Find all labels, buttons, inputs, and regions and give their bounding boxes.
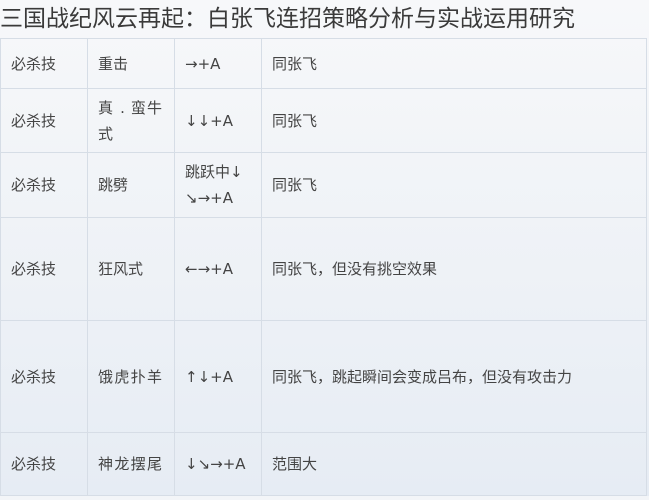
skill-type-cell: 必杀技 xyxy=(0,38,88,89)
skill-note-cell: 同张飞 xyxy=(261,38,647,89)
skill-input-cell: ↑↓+A xyxy=(174,320,262,433)
table-row: 必杀技 狂风式 ←→+A 同张飞，但没有挑空效果 xyxy=(0,217,647,321)
skill-name-cell: 重击 xyxy=(87,38,175,89)
bottom-strip xyxy=(0,496,649,500)
skill-note-cell: 同张飞 xyxy=(261,152,647,218)
table-row: 必杀技 跳劈 跳跃中↓↘→+A 同张飞 xyxy=(0,152,647,218)
skill-type-cell: 必杀技 xyxy=(0,217,88,321)
skill-note-cell: 范围大 xyxy=(261,432,647,496)
skills-table: 必杀技 重击 →+A 同张飞 必杀技 真 . 蛮牛式 ↓↓+A 同张飞 必杀技 … xyxy=(0,38,647,496)
skill-input-cell: →+A xyxy=(174,38,262,89)
table-row: 必杀技 重击 →+A 同张飞 xyxy=(0,38,647,89)
skill-input-cell: 跳跃中↓↘→+A xyxy=(174,152,262,218)
skill-type-cell: 必杀技 xyxy=(0,152,88,218)
skill-name-cell: 跳劈 xyxy=(87,152,175,218)
skill-note-cell: 同张飞，但没有挑空效果 xyxy=(261,217,647,321)
skill-type-cell: 必杀技 xyxy=(0,432,88,496)
page: 三国战纪风云再起：白张飞连招策略分析与实战运用研究 必杀技 重击 →+A 同张飞… xyxy=(0,0,649,500)
table-row: 必杀技 真 . 蛮牛式 ↓↓+A 同张飞 xyxy=(0,88,647,153)
skill-input-cell: ↓↘→+A xyxy=(174,432,262,496)
table-row: 必杀技 饿虎扑羊 ↑↓+A 同张飞，跳起瞬间会变成吕布，但没有攻击力 xyxy=(0,320,647,433)
skill-note-cell: 同张飞 xyxy=(261,88,647,153)
skill-note-cell: 同张飞，跳起瞬间会变成吕布，但没有攻击力 xyxy=(261,320,647,433)
skill-type-cell: 必杀技 xyxy=(0,88,88,153)
skill-name-cell: 神龙摆尾 xyxy=(87,432,175,496)
skill-input-cell: ↓↓+A xyxy=(174,88,262,153)
table-row: 必杀技 神龙摆尾 ↓↘→+A 范围大 xyxy=(0,432,647,496)
skill-name-cell: 真 . 蛮牛式 xyxy=(87,88,175,153)
page-title: 三国战纪风云再起：白张飞连招策略分析与实战运用研究 xyxy=(0,6,575,32)
skill-type-cell: 必杀技 xyxy=(0,320,88,433)
skill-name-cell: 狂风式 xyxy=(87,217,175,321)
skill-input-cell: ←→+A xyxy=(174,217,262,321)
skill-name-cell: 饿虎扑羊 xyxy=(87,320,175,433)
